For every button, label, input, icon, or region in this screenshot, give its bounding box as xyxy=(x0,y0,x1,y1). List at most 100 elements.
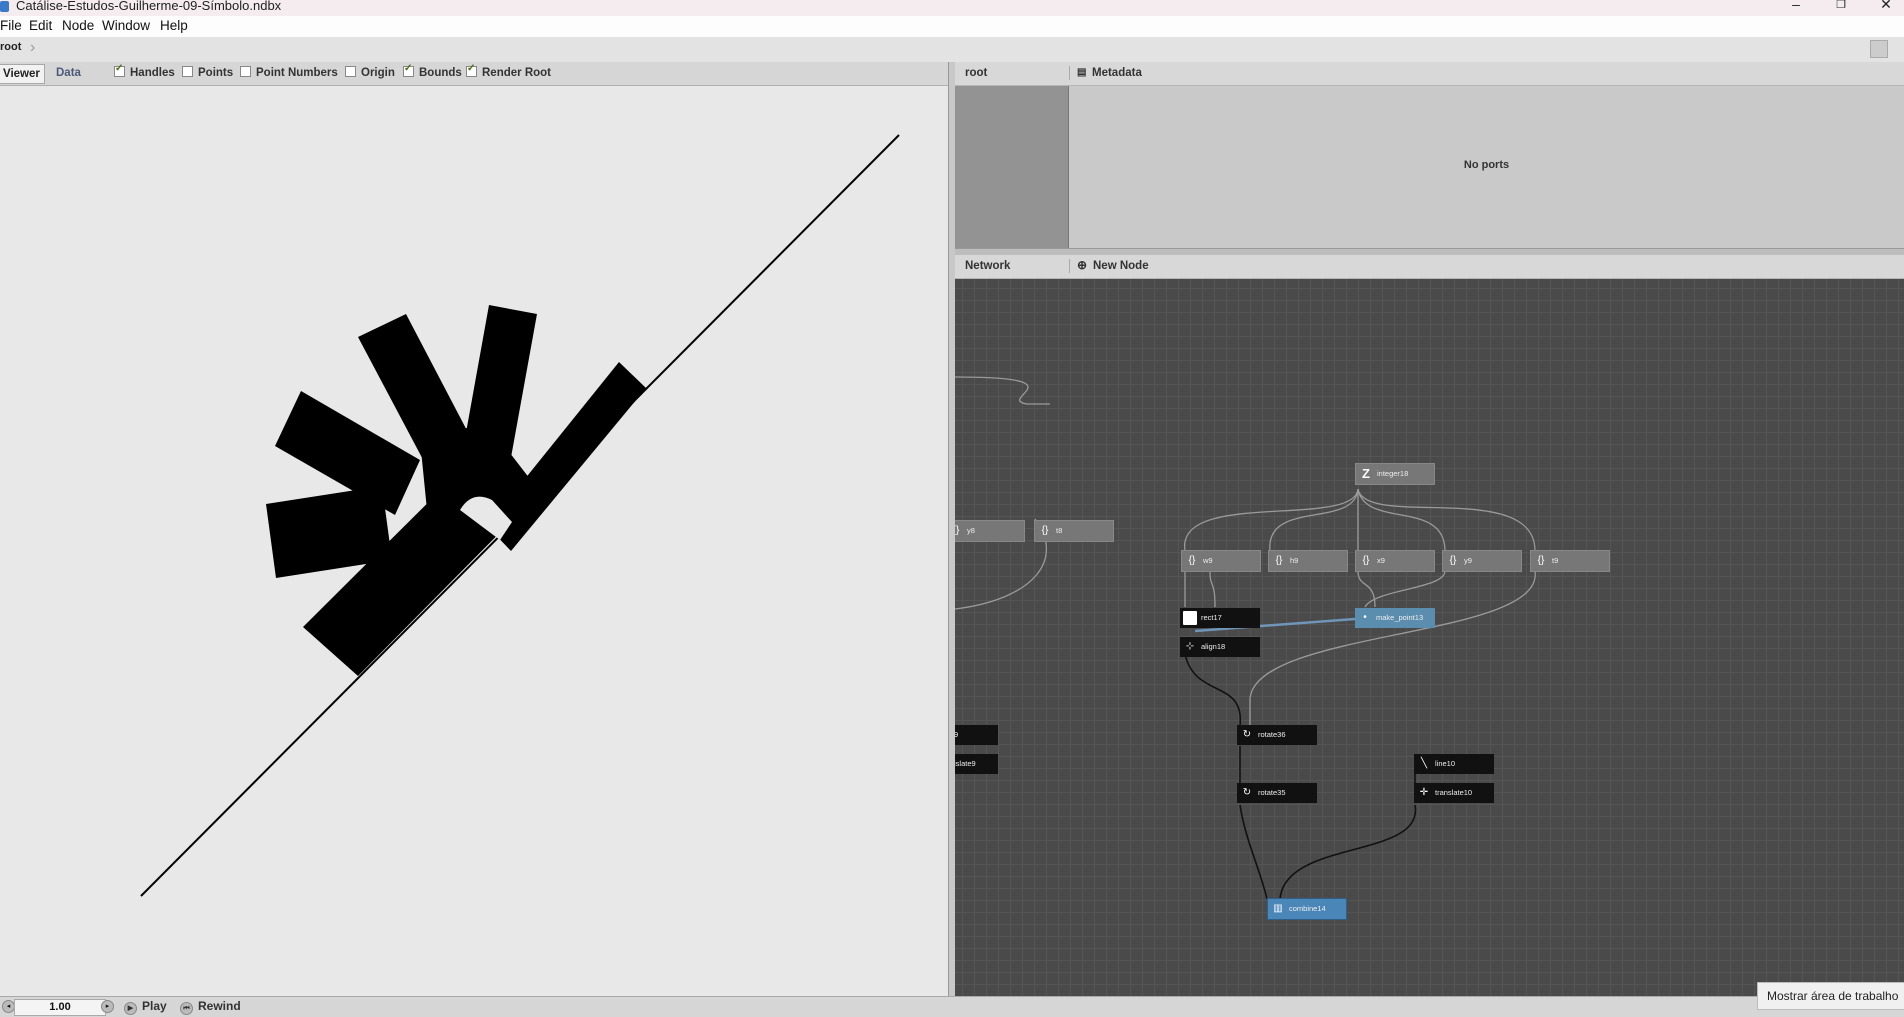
node-h9[interactable]: {} h9 xyxy=(1268,550,1348,572)
node-rotate35[interactable]: ↻ rotate35 xyxy=(1237,783,1317,803)
node-rotate36[interactable]: ↻ rotate36 xyxy=(1237,725,1317,745)
rendered-symbol xyxy=(140,134,900,897)
number-icon: {} xyxy=(1537,555,1545,566)
node-align18[interactable]: ⊹ align18 xyxy=(1180,637,1260,657)
plus-icon: ⊕ xyxy=(1077,258,1088,272)
app-icon xyxy=(0,1,9,12)
horizontal-splitter[interactable] xyxy=(955,248,1904,255)
menu-help[interactable]: Help xyxy=(160,18,188,33)
node-translate10[interactable]: ✛ translate10 xyxy=(1414,783,1494,803)
node-y9[interactable]: {} y9 xyxy=(1442,550,1522,572)
metadata-icon: ▤ xyxy=(1077,67,1087,78)
number-icon: {} xyxy=(1362,555,1370,566)
node-line10[interactable]: ╲ line10 xyxy=(1414,754,1494,774)
node-make-point13[interactable]: • make_point13 xyxy=(1355,608,1435,628)
number-icon: {} xyxy=(1188,555,1196,566)
node-label: h9 xyxy=(1290,556,1299,565)
node-label: w9 xyxy=(1203,556,1213,565)
play-icon: ▶ xyxy=(124,1002,137,1015)
option-render-root[interactable]: Render Root xyxy=(466,63,551,79)
node-rect17[interactable]: rect17 xyxy=(1180,608,1260,628)
tooltip-text: Mostrar área de trabalho xyxy=(1767,989,1899,1003)
node-y8[interactable]: {} y8 xyxy=(955,520,1025,542)
node-t8[interactable]: {} t8 xyxy=(1034,520,1114,542)
breadcrumb-root[interactable]: root xyxy=(0,41,21,53)
option-points[interactable]: Points xyxy=(182,66,233,79)
node-integer18[interactable]: Z integer18 xyxy=(1355,463,1435,485)
viewer-canvas[interactable] xyxy=(0,86,948,996)
origin-checkbox[interactable] xyxy=(345,66,356,77)
number-icon: {} xyxy=(1449,555,1457,566)
rewind-icon: ⏮ xyxy=(180,1002,193,1015)
number-icon: {} xyxy=(1041,525,1049,536)
close-icon[interactable]: ✕ xyxy=(1871,0,1901,13)
minimize-icon[interactable]: – xyxy=(1781,0,1811,12)
handles-checkbox[interactable] xyxy=(114,63,125,77)
network-canvas[interactable]: Z integer18 {} y8 {} t8 {} w9 {} h9 {} x… xyxy=(955,279,1904,996)
node-partial-left-2[interactable]: islate9 xyxy=(955,754,998,774)
rewind-button[interactable]: ⏮ Rewind xyxy=(180,999,241,1015)
bounds-checkbox[interactable] xyxy=(403,63,414,77)
align-icon: ⊹ xyxy=(1185,641,1195,652)
node-label: align18 xyxy=(1201,642,1226,651)
menu-edit[interactable]: Edit xyxy=(29,18,52,33)
node-label: x9 xyxy=(1377,556,1385,565)
menu-file[interactable]: File xyxy=(0,18,22,33)
option-origin[interactable]: Origin xyxy=(345,66,395,79)
option-point-numbers-label: Point Numbers xyxy=(256,67,338,79)
network-title: Network xyxy=(965,260,1011,272)
option-render-root-label: Render Root xyxy=(482,67,551,79)
breadcrumb-arrow-icon: › xyxy=(30,39,36,56)
integer-icon: Z xyxy=(1362,466,1370,481)
frame-field[interactable]: 1.00 xyxy=(14,999,106,1016)
option-handles-label: Handles xyxy=(130,67,175,79)
network-header: Network ⊕ New Node xyxy=(955,255,1904,279)
option-handles[interactable]: Handles xyxy=(114,63,175,79)
tab-data[interactable]: Data xyxy=(52,64,85,82)
points-checkbox[interactable] xyxy=(182,66,193,77)
node-label: combine14 xyxy=(1289,904,1326,913)
menu-window[interactable]: Window xyxy=(102,18,150,33)
header-divider xyxy=(1069,66,1070,80)
node-w9[interactable]: {} w9 xyxy=(1181,550,1261,572)
show-desktop-tooltip: Mostrar área de trabalho xyxy=(1757,982,1904,1010)
rotate-icon: ↻ xyxy=(1242,787,1252,798)
rotate-icon: ↻ xyxy=(1242,729,1252,740)
node-label: 9 xyxy=(955,730,959,739)
node-combine14[interactable]: ▥ combine14 xyxy=(1267,898,1347,920)
tab-viewer[interactable]: Viewer xyxy=(0,64,45,84)
node-label: y8 xyxy=(967,526,975,535)
menu-node[interactable]: Node xyxy=(62,18,94,33)
menu-bar: File Edit Node Window Help xyxy=(0,16,1904,37)
new-node-button[interactable]: New Node xyxy=(1093,260,1149,272)
render-root-checkbox[interactable] xyxy=(466,63,477,77)
ports-node-label: root xyxy=(965,67,988,79)
node-label: rotate36 xyxy=(1258,730,1286,739)
node-label: t9 xyxy=(1552,556,1559,565)
node-t9[interactable]: {} t9 xyxy=(1530,550,1610,572)
play-label: Play xyxy=(142,999,167,1013)
node-label: line10 xyxy=(1435,759,1456,768)
option-bounds[interactable]: Bounds xyxy=(403,63,462,79)
number-icon: {} xyxy=(1275,555,1283,566)
point-numbers-checkbox[interactable] xyxy=(240,66,251,77)
panel-corner-button[interactable] xyxy=(1870,40,1888,58)
ports-side-column xyxy=(955,86,1069,248)
node-x9[interactable]: {} x9 xyxy=(1355,550,1435,572)
frame-increment-icon[interactable]: ▸ xyxy=(101,1000,114,1013)
playback-bar: ◂ 1.00 ▸ ▶ Play ⏮ Rewind xyxy=(0,996,1904,1017)
node-label: rect17 xyxy=(1201,613,1222,622)
maximize-icon[interactable]: ❐ xyxy=(1826,0,1856,11)
node-label: y9 xyxy=(1464,556,1472,565)
number-icon: {} xyxy=(955,525,960,536)
node-label: make_point13 xyxy=(1376,613,1424,622)
node-partial-left-1[interactable]: 9 xyxy=(955,725,998,745)
metadata-button[interactable]: Metadata xyxy=(1092,67,1142,79)
option-origin-label: Origin xyxy=(361,67,395,79)
play-button[interactable]: ▶ Play xyxy=(124,999,167,1015)
option-point-numbers[interactable]: Point Numbers xyxy=(240,66,338,79)
node-label: islate9 xyxy=(955,759,976,768)
network-connections xyxy=(955,376,1536,900)
point-icon: • xyxy=(1363,612,1367,623)
node-label: t8 xyxy=(1056,526,1063,535)
